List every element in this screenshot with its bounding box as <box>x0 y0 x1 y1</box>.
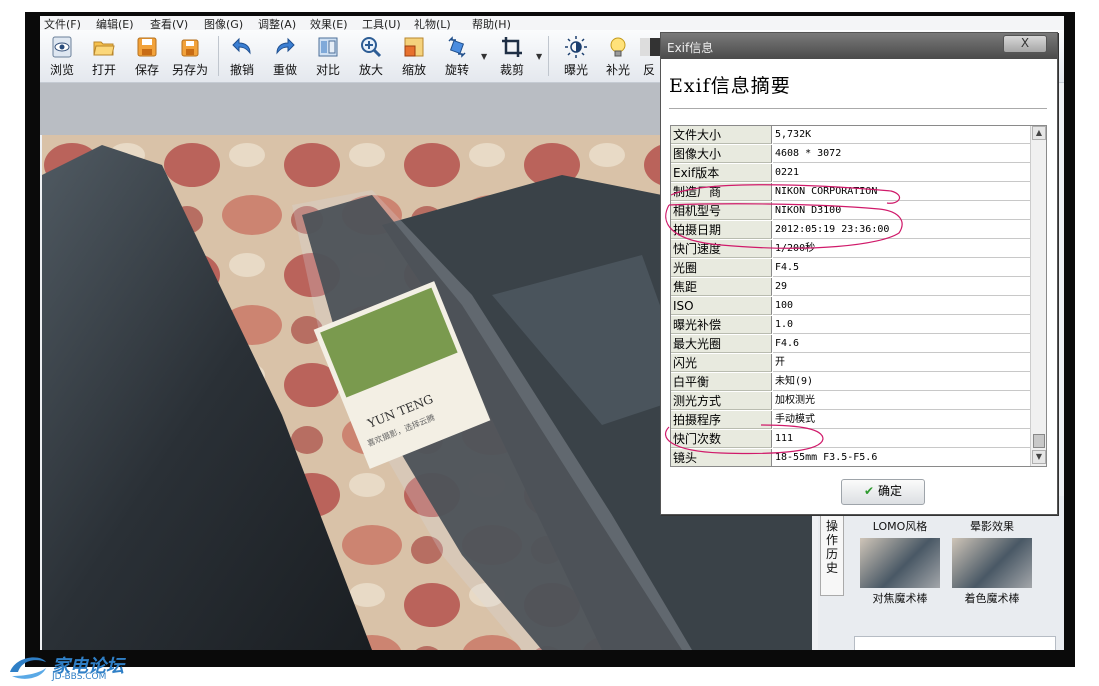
redo-button[interactable]: 重做 <box>265 32 305 80</box>
save-icon <box>137 37 157 57</box>
history-panel <box>854 636 1056 650</box>
rotate-dropdown-icon[interactable]: ▼ <box>481 52 487 61</box>
undo-icon <box>232 37 251 55</box>
compare-icon <box>318 37 338 57</box>
save-button[interactable]: 保存 <box>127 32 167 80</box>
effect-color-wand[interactable]: 着色魔术棒 <box>950 538 1034 606</box>
right-panel: 操作历史 LOMO风格 晕影效果 对焦魔术棒 着色魔术棒 <box>818 496 1064 650</box>
browse-label: 浏览 <box>49 63 74 77</box>
rotate-button[interactable]: 旋转 <box>437 32 477 80</box>
effect-color-label: 着色魔术棒 <box>964 592 1020 605</box>
history-tab-label: 操作历史 <box>825 519 838 575</box>
fill-light-button[interactable]: 补光 <box>598 32 638 80</box>
open-label: 打开 <box>91 63 116 77</box>
fill-light-label: 补光 <box>605 63 630 77</box>
crop-label: 裁剪 <box>499 63 524 77</box>
effect-focus-wand[interactable]: 对焦魔术棒 <box>858 538 942 606</box>
redo-label: 重做 <box>272 63 297 77</box>
zoom-in-icon <box>361 37 382 58</box>
rotate-label: 旋转 <box>444 63 469 77</box>
crop-icon <box>502 37 522 57</box>
effect-vignette-label: 晕影效果 <box>970 520 1014 533</box>
effect-vignette[interactable]: 晕影效果 <box>950 518 1034 534</box>
effect-focus-label: 对焦魔术棒 <box>872 592 928 605</box>
save-as-button[interactable]: 另存为 <box>170 32 210 80</box>
menu-bar: 文件(F) 编辑(E) 查看(V) 图像(G) 调整(A) 效果(E) 工具(U… <box>40 16 1064 31</box>
save-as-icon <box>181 39 199 57</box>
crop-dropdown-icon[interactable]: ▼ <box>536 52 542 61</box>
crop-button[interactable]: 裁剪 <box>492 32 532 80</box>
invert-button[interactable]: 反 <box>638 32 660 80</box>
save-label: 保存 <box>134 63 159 77</box>
watermark-logo: 家电论坛 JD-BBS.COM <box>2 650 132 684</box>
exif-dialog: Exif信息 X Exif信息摘要 文件大小 5,732K 图像大小 4608 * … <box>660 32 1058 515</box>
compare-button[interactable]: 对比 <box>308 32 348 80</box>
open-button[interactable]: 打开 <box>84 32 124 80</box>
effect-focus-thumbnail <box>860 538 940 588</box>
rotate-icon <box>448 36 466 58</box>
toolbar-separator <box>218 36 219 76</box>
folder-open-icon <box>93 41 115 56</box>
annotation-markup <box>664 184 903 455</box>
resize-label: 缩放 <box>401 63 426 77</box>
compare-label: 对比 <box>315 63 340 77</box>
undo-label: 撤销 <box>229 63 254 77</box>
exposure-icon <box>565 36 587 58</box>
resize-button[interactable]: 缩放 <box>394 32 434 80</box>
ok-button[interactable]: ✔ 确定 <box>841 479 925 505</box>
undo-button[interactable]: 撤销 <box>222 32 262 80</box>
invert-icon <box>640 38 660 56</box>
effect-lomo-label: LOMO风格 <box>872 520 928 533</box>
save-as-label: 另存为 <box>171 63 208 77</box>
resize-icon <box>404 37 424 57</box>
ok-label: 确定 <box>878 484 903 498</box>
browse-button[interactable]: 浏览 <box>42 32 82 80</box>
effect-lomo[interactable]: LOMO风格 <box>858 518 942 534</box>
fill-light-icon <box>610 37 626 57</box>
exposure-button[interactable]: 曝光 <box>556 32 596 80</box>
zoom-in-label: 放大 <box>358 63 383 77</box>
eye-icon <box>52 36 72 58</box>
logo-swirl-icon <box>10 657 46 679</box>
watermark-url: JD-BBS.COM <box>52 672 107 682</box>
checkmark-icon: ✔ <box>863 484 875 498</box>
invert-label: 反 <box>642 63 655 77</box>
toolbar-separator <box>548 36 549 76</box>
exposure-label: 曝光 <box>563 63 588 77</box>
history-tab[interactable]: 操作历史 <box>820 512 844 596</box>
redo-icon <box>276 37 295 55</box>
effect-color-thumbnail <box>952 538 1032 588</box>
zoom-in-button[interactable]: 放大 <box>351 32 391 80</box>
